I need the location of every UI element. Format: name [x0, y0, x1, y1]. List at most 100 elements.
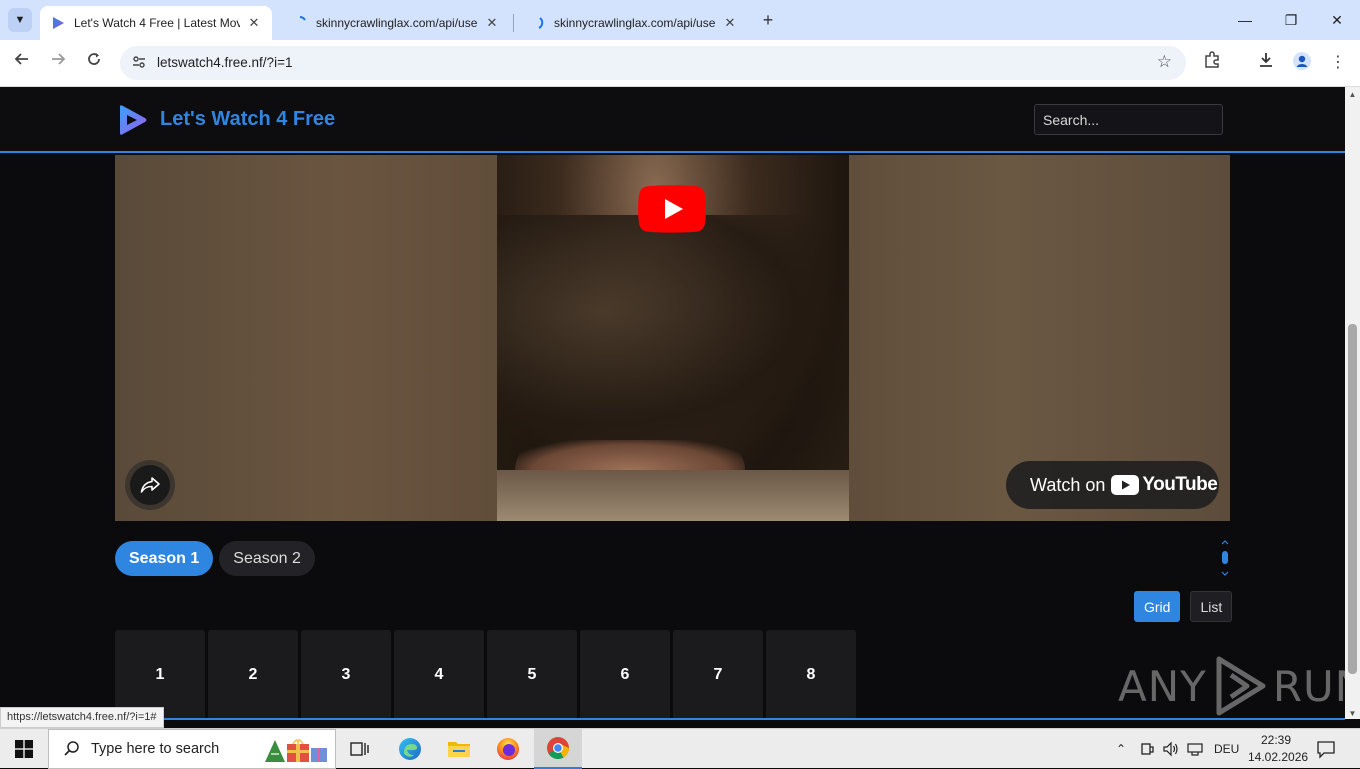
tray-language[interactable]: DEU	[1214, 729, 1239, 769]
taskbar-search-placeholder: Type here to search	[91, 741, 220, 757]
chrome-icon	[547, 737, 569, 759]
start-button[interactable]	[0, 729, 48, 769]
forward-button[interactable]	[46, 51, 70, 75]
season-1-button[interactable]: Season 1	[115, 541, 214, 576]
close-window-button[interactable]: ✕	[1314, 8, 1360, 32]
tab-title: skinnycrawlinglax.com/api/user	[316, 16, 478, 30]
reload-icon	[88, 53, 100, 65]
tab-search-button[interactable]: ▼	[8, 8, 32, 32]
tray-volume[interactable]	[1162, 729, 1180, 769]
taskbar-search-box[interactable]: Type here to search	[48, 729, 336, 769]
taskbar-file-explorer[interactable]	[435, 729, 483, 769]
close-icon[interactable]: ✕	[484, 15, 500, 31]
taskbar-clock[interactable]: 22:39 14.02.2026	[1248, 732, 1309, 766]
watermark-left-text: ANY	[1118, 661, 1207, 711]
bookmark-star-icon[interactable]: ☆	[1157, 52, 1172, 72]
taskbar-firefox[interactable]	[484, 729, 532, 769]
loading-spinner-icon	[538, 17, 544, 29]
clock-date: 14.02.2026	[1248, 750, 1309, 764]
task-view-button[interactable]	[336, 729, 384, 769]
address-bar[interactable]: letswatch4.free.nf/?i=1 ☆	[120, 46, 1186, 80]
episode-tile[interactable]: 8	[766, 630, 856, 719]
tab-separator	[513, 14, 514, 32]
tray-network[interactable]	[1186, 729, 1204, 769]
scroll-up-arrow-icon[interactable]: ▲	[1348, 90, 1357, 99]
browser-toolbar: letswatch4.free.nf/?i=1 ☆ ⋮	[0, 40, 1360, 87]
back-button[interactable]	[10, 51, 34, 75]
list-view-button[interactable]: List	[1190, 591, 1233, 622]
youtube-play-button[interactable]	[638, 185, 706, 233]
minimize-button[interactable]: —	[1222, 8, 1268, 32]
search-highlight-gift-icon	[265, 739, 327, 762]
tray-overflow-button[interactable]: ⌃	[1116, 729, 1126, 769]
firefox-icon	[497, 738, 519, 760]
tab-api-2[interactable]: skinnycrawlinglax.com/api/user ✕	[520, 6, 748, 40]
notification-center-icon[interactable]	[1316, 739, 1336, 759]
share-button[interactable]	[125, 460, 175, 510]
close-icon[interactable]: ✕	[246, 15, 262, 31]
edge-icon	[399, 738, 421, 760]
ethernet-icon	[1187, 743, 1203, 756]
puzzle-icon	[1205, 51, 1219, 68]
taskbar-chrome[interactable]	[534, 729, 582, 769]
tray-device-icon[interactable]	[1139, 729, 1155, 769]
site-header: Let's Watch 4 Free	[0, 87, 1345, 153]
loading-spinner-icon	[299, 16, 306, 21]
site-favicon-icon	[53, 17, 64, 29]
avatar-icon	[1293, 52, 1311, 70]
thumbnail-table	[497, 470, 849, 521]
episode-tile[interactable]: 4	[394, 630, 484, 719]
site-title[interactable]: Let's Watch 4 Free	[160, 108, 335, 131]
profile-button[interactable]	[1290, 51, 1314, 75]
windows-logo-icon	[15, 740, 33, 758]
menu-button[interactable]: ⋮	[1326, 51, 1350, 75]
episode-tile[interactable]: 3	[301, 630, 391, 719]
episode-tile[interactable]: 2	[208, 630, 298, 719]
share-arrow-icon	[140, 477, 160, 493]
scrollbar-thumb[interactable]	[1348, 324, 1357, 674]
windows-taskbar: Type here to search ⌃ DEU 22:39 14.02.20…	[0, 728, 1360, 769]
youtube-icon	[1111, 475, 1140, 495]
network-device-icon	[1141, 743, 1154, 755]
arrow-right-icon	[52, 53, 66, 65]
browser-tabstrip: ▼ Let's Watch 4 Free | Latest Mov ✕ skin…	[0, 0, 1360, 40]
episode-tile[interactable]: 5	[487, 630, 577, 719]
grid-view-button[interactable]: Grid	[1134, 591, 1181, 622]
reload-button[interactable]	[82, 51, 106, 75]
tab-api-1[interactable]: skinnycrawlinglax.com/api/user ✕	[282, 6, 510, 40]
site-info-icon[interactable]	[130, 54, 148, 72]
site-search-input[interactable]	[1034, 104, 1223, 135]
chevron-up-icon: ⌃	[1116, 742, 1127, 756]
page-scrollbar[interactable]: ▲ ▼	[1345, 87, 1360, 719]
new-tab-button[interactable]: +	[758, 10, 778, 30]
thumbnail-shading	[497, 215, 849, 455]
watch-on-label: Watch on	[1030, 474, 1106, 495]
chevron-down-icon: ▼	[14, 14, 26, 26]
restore-button[interactable]: ❐	[1268, 8, 1314, 32]
site-logo-icon[interactable]	[115, 103, 149, 137]
episode-tile[interactable]: 1	[115, 630, 205, 719]
tab-title: skinnycrawlinglax.com/api/user	[554, 16, 716, 30]
arrow-left-icon	[14, 53, 28, 65]
watch-on-youtube-button[interactable]: Watch on YouTube	[1006, 461, 1219, 509]
episode-tile[interactable]: 7	[673, 630, 763, 719]
task-view-icon	[350, 742, 369, 756]
season-2-button[interactable]: Season 2	[219, 541, 315, 576]
close-icon[interactable]: ✕	[722, 15, 738, 31]
watermark-right-text: RUN	[1272, 661, 1345, 711]
web-page: Let's Watch 4 Free Watch on YouTube Seas…	[0, 87, 1345, 719]
downloads-button[interactable]	[1254, 51, 1278, 75]
taskbar-edge[interactable]	[386, 729, 434, 769]
scroll-down-arrow-icon[interactable]: ▼	[1348, 709, 1357, 718]
address-url[interactable]: letswatch4.free.nf/?i=1	[157, 55, 292, 70]
tab-letswatch[interactable]: Let's Watch 4 Free | Latest Mov ✕	[40, 6, 272, 40]
youtube-logo: YouTube	[1111, 474, 1218, 496]
episode-tile[interactable]: 6	[580, 630, 670, 719]
extensions-button[interactable]	[1200, 51, 1224, 75]
download-icon	[1260, 53, 1272, 67]
season-scroll-indicator[interactable]	[1220, 540, 1230, 576]
page-bottom-border	[0, 718, 1345, 720]
more-vertical-icon: ⋮	[1330, 54, 1346, 71]
folder-icon	[448, 742, 470, 757]
video-player[interactable]: Watch on YouTube	[115, 155, 1230, 521]
